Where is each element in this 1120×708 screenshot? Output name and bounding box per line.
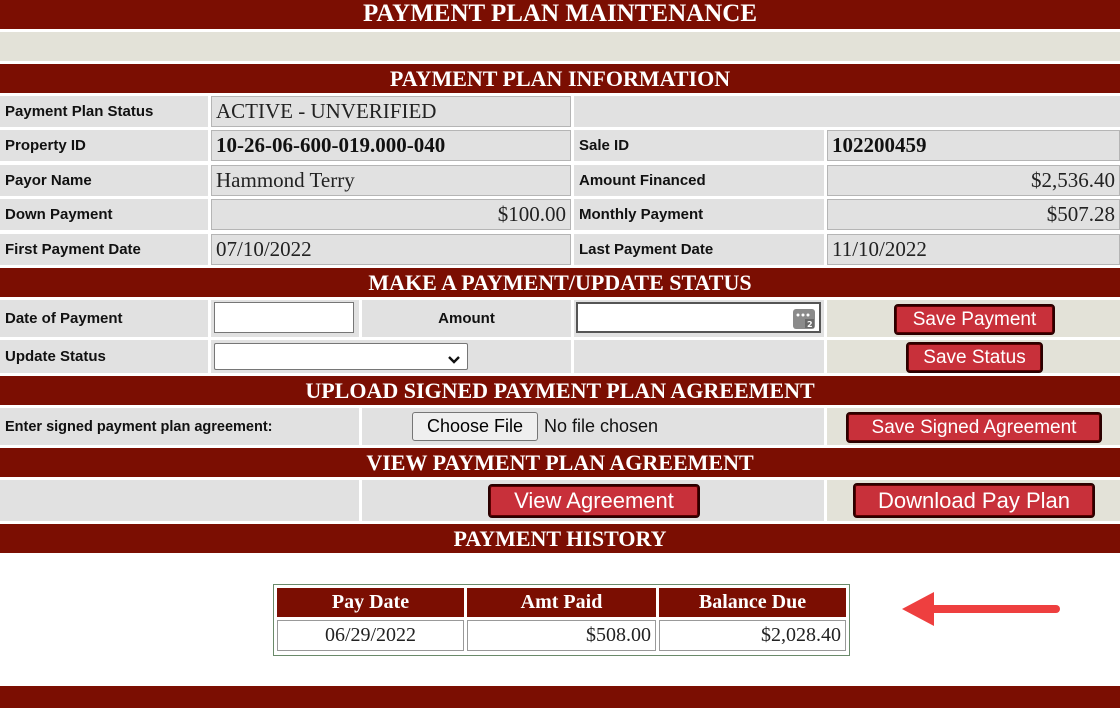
first-payment-date-value: 07/10/2022 <box>211 234 571 265</box>
down-payment-label: Down Payment <box>0 199 208 230</box>
footer-band <box>0 686 1120 708</box>
upload-label: Enter signed payment plan agreement: <box>0 408 359 445</box>
table-cell-amt-paid: $508.00 <box>467 620 656 651</box>
sale-id-value: 102200459 <box>827 130 1120 161</box>
down-payment-value: $100.00 <box>211 199 571 230</box>
page-title-bar: PAYMENT PLAN MAINTENANCE <box>0 0 1120 29</box>
last-payment-date-label: Last Payment Date <box>574 234 824 265</box>
view-agreement-button[interactable]: View Agreement <box>488 484 700 518</box>
column-header-amt-paid: Amt Paid <box>467 588 656 617</box>
amount-financed-value: $2,536.40 <box>827 165 1120 196</box>
date-of-payment-label: Date of Payment <box>0 300 208 337</box>
download-pay-plan-button[interactable]: Download Pay Plan <box>853 483 1095 518</box>
payment-history-table: Pay Date Amt Paid Balance Due 06/29/2022… <box>273 584 850 656</box>
column-header-balance-due: Balance Due <box>659 588 846 617</box>
page-title: PAYMENT PLAN MAINTENANCE <box>362 0 757 27</box>
sale-id-label: Sale ID <box>574 130 824 161</box>
view-agreement-cell: View Agreement <box>362 480 824 521</box>
section-header-history: PAYMENT HISTORY <box>0 524 1120 553</box>
svg-text:2: 2 <box>807 320 813 329</box>
arrow-annotation-icon <box>902 592 1060 626</box>
spacer-band <box>0 32 1120 61</box>
download-plan-cell: Download Pay Plan <box>827 480 1120 521</box>
empty-cell <box>0 480 359 521</box>
amount-financed-label: Amount Financed <box>574 165 824 196</box>
section-title: PAYMENT PLAN INFORMATION <box>389 66 731 91</box>
save-payment-button[interactable]: Save Payment <box>894 304 1055 335</box>
section-title: MAKE A PAYMENT/UPDATE STATUS <box>368 270 752 295</box>
update-status-select[interactable] <box>214 343 468 370</box>
section-title: UPLOAD SIGNED PAYMENT PLAN AGREEMENT <box>305 378 815 403</box>
save-status-cell: Save Status <box>827 340 1120 373</box>
chevron-down-icon <box>448 352 460 370</box>
section-header-info: PAYMENT PLAN INFORMATION <box>0 64 1120 93</box>
first-payment-date-label: First Payment Date <box>0 234 208 265</box>
section-title: PAYMENT HISTORY <box>453 526 667 551</box>
save-agreement-cell: Save Signed Agreement <box>827 408 1120 445</box>
amount-cell: 2 <box>574 300 824 337</box>
property-id-value: 10-26-06-600-019.000-040 <box>211 130 571 161</box>
empty-cell <box>574 96 1120 127</box>
monthly-payment-value: $507.28 <box>827 199 1120 230</box>
save-signed-agreement-button[interactable]: Save Signed Agreement <box>846 412 1102 443</box>
date-of-payment-input[interactable] <box>214 302 354 333</box>
amount-input[interactable]: 2 <box>576 302 821 333</box>
table-cell-balance-due: $2,028.40 <box>659 620 846 651</box>
date-of-payment-cell <box>211 300 359 337</box>
section-title: VIEW PAYMENT PLAN AGREEMENT <box>366 450 754 475</box>
save-status-button[interactable]: Save Status <box>906 342 1043 373</box>
column-header-pay-date: Pay Date <box>277 588 464 617</box>
section-header-view: VIEW PAYMENT PLAN AGREEMENT <box>0 448 1120 477</box>
no-file-text: No file chosen <box>544 416 659 436</box>
choose-file-button[interactable]: Choose File <box>412 412 538 441</box>
update-status-cell <box>211 340 571 373</box>
amount-label: Amount <box>362 300 571 337</box>
section-header-upload: UPLOAD SIGNED PAYMENT PLAN AGREEMENT <box>0 376 1120 405</box>
payor-name-label: Payor Name <box>0 165 208 196</box>
section-header-make-payment: MAKE A PAYMENT/UPDATE STATUS <box>0 268 1120 297</box>
payor-name-value: Hammond Terry <box>211 165 571 196</box>
upload-file-cell: Choose File No file chosen <box>362 408 824 445</box>
update-status-label: Update Status <box>0 340 208 373</box>
last-payment-date-value: 11/10/2022 <box>827 234 1120 265</box>
table-cell-pay-date: 06/29/2022 <box>277 620 464 651</box>
save-payment-cell: Save Payment <box>827 300 1120 337</box>
empty-cell <box>574 340 824 373</box>
calculator-icon[interactable]: 2 <box>793 309 815 329</box>
property-id-label: Property ID <box>0 130 208 161</box>
status-label: Payment Plan Status <box>0 96 208 127</box>
status-value: ACTIVE - UNVERIFIED <box>211 96 571 127</box>
monthly-payment-label: Monthly Payment <box>574 199 824 230</box>
